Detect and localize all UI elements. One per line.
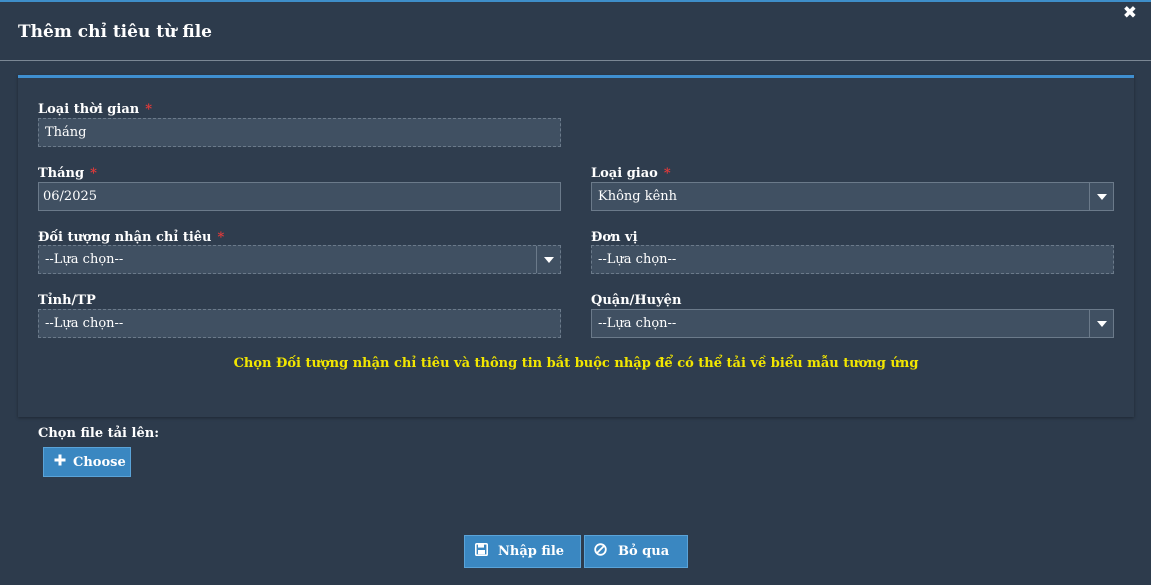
doi-tuong-label-text: Đối tượng nhận chỉ tiêu xyxy=(38,230,212,245)
cancel-button[interactable]: Bỏ qua xyxy=(584,535,688,568)
quan-huyen-label: Quận/Huyện xyxy=(591,293,682,308)
import-file-label: Nhập file xyxy=(498,544,565,559)
close-icon[interactable]: ✖ xyxy=(1123,5,1137,22)
thang-field[interactable]: 06/2025 xyxy=(38,182,561,211)
dialog-title: Thêm chỉ tiêu từ file xyxy=(18,22,212,42)
form-panel: Loại thời gian * Tháng Tháng * 06/2025 Loạ… xyxy=(18,75,1134,417)
loai-giao-label-text: Loại giao xyxy=(591,166,658,181)
don-vi-label: Đơn vị xyxy=(591,230,638,245)
quan-huyen-value: --Lựa chọn-- xyxy=(598,316,677,331)
header-divider xyxy=(0,60,1151,61)
plus-icon xyxy=(54,454,66,470)
choose-label: Choose xyxy=(73,454,126,470)
choose-file-button[interactable]: Choose xyxy=(43,447,131,477)
import-file-button[interactable]: Nhập file xyxy=(464,535,581,568)
chevron-down-icon[interactable] xyxy=(536,246,560,273)
doi-tuong-select[interactable]: --Lựa chọn-- xyxy=(38,245,561,274)
hint-text: Chọn Đối tượng nhận chỉ tiêu và thông ti… xyxy=(233,356,919,371)
loai-giao-value: Không kênh xyxy=(598,189,678,204)
loai-thoi-gian-label-text: Loại thời gian xyxy=(38,102,140,117)
ban-icon xyxy=(594,543,607,560)
required-mark: * xyxy=(217,230,225,245)
loai-giao-select[interactable]: Không kênh xyxy=(591,182,1114,211)
chevron-down-icon[interactable] xyxy=(1089,183,1113,210)
loai-thoi-gian-label: Loại thời gian * xyxy=(38,102,152,117)
chevron-down-icon[interactable] xyxy=(1089,310,1113,337)
tinh-tp-label: Tỉnh/TP xyxy=(38,293,96,308)
top-accent-line xyxy=(0,0,1151,2)
thang-label: Tháng * xyxy=(38,166,97,181)
thang-label-text: Tháng xyxy=(38,166,85,181)
required-mark: * xyxy=(90,166,97,181)
don-vi-select[interactable]: --Lựa chọn-- xyxy=(591,245,1114,274)
loai-giao-label: Loại giao * xyxy=(591,166,671,181)
upload-label: Chọn file tải lên: xyxy=(38,426,159,441)
save-icon xyxy=(475,543,488,560)
doi-tuong-value: --Lựa chọn-- xyxy=(45,252,124,267)
tinh-tp-select[interactable]: --Lựa chọn-- xyxy=(38,309,561,338)
loai-thoi-gian-field[interactable]: Tháng xyxy=(38,118,561,147)
required-mark: * xyxy=(663,166,671,181)
cancel-label: Bỏ qua xyxy=(618,544,670,559)
required-mark: * xyxy=(145,102,153,117)
doi-tuong-label: Đối tượng nhận chỉ tiêu * xyxy=(38,230,224,245)
quan-huyen-select[interactable]: --Lựa chọn-- xyxy=(591,309,1114,338)
